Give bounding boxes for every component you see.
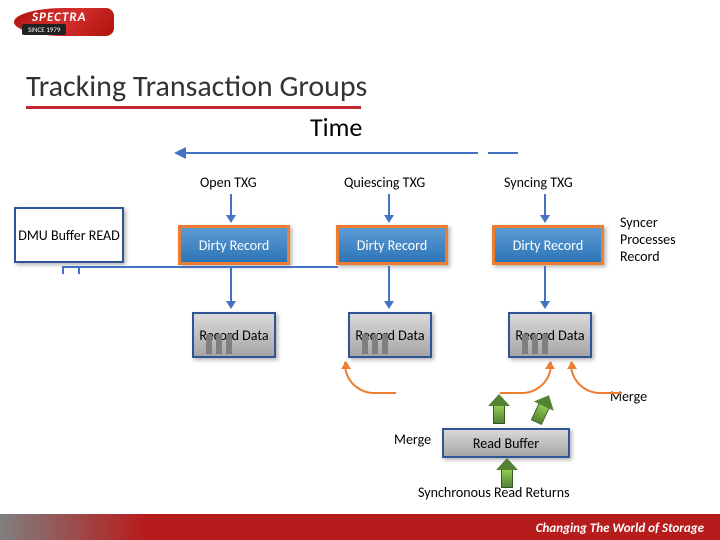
block-arrow-2 bbox=[529, 392, 557, 425]
time-arrow bbox=[178, 152, 478, 154]
curve-quiescing bbox=[344, 362, 396, 394]
curve-syncing-left bbox=[500, 362, 552, 394]
merge-left: Merge bbox=[394, 431, 431, 448]
logo-brand: SPECTRA bbox=[32, 10, 87, 25]
arrow-quiescing-data bbox=[388, 266, 390, 306]
dirty-record-quiescing: Dirty Record bbox=[336, 225, 448, 265]
time-arrow-short bbox=[488, 152, 518, 154]
record-data-open: Record Data bbox=[192, 312, 276, 358]
sync-read-label: Synchronous Read Returns bbox=[418, 484, 570, 501]
arrow-dmu-quiescing bbox=[78, 266, 338, 268]
logo-since: SINCE 1979 bbox=[22, 24, 66, 35]
bars-syncing bbox=[522, 334, 548, 354]
curve-syncing-right bbox=[570, 362, 622, 394]
record-data-syncing: Record Data bbox=[508, 312, 592, 358]
tagline: Changing The World of Storage bbox=[536, 521, 704, 536]
dirty-record-syncing: Dirty Record bbox=[492, 225, 604, 265]
block-arrow-3 bbox=[498, 458, 516, 486]
slide-title: Tracking Transaction Groups bbox=[26, 68, 367, 105]
arrow-quiescing-down bbox=[388, 194, 390, 220]
dirty-record-open: Dirty Record bbox=[178, 225, 290, 265]
read-buffer: Read Buffer bbox=[442, 428, 570, 458]
title-underline bbox=[26, 106, 361, 109]
col-open: Open TXG bbox=[200, 174, 257, 191]
block-arrow-1 bbox=[490, 394, 508, 422]
arrow-syncing-data bbox=[544, 266, 546, 306]
spectra-logo: SPECTRA SINCE 1979 bbox=[14, 8, 114, 36]
bars-open bbox=[206, 334, 232, 354]
record-data-quiescing: Record Data bbox=[348, 312, 432, 358]
col-syncing: Syncing TXG bbox=[504, 174, 573, 191]
syncer-label: Syncer Processes Record bbox=[620, 214, 700, 265]
dmu-buffer-read: DMU Buffer READ bbox=[14, 207, 124, 263]
footer-bar: Changing The World of Storage bbox=[0, 514, 720, 540]
time-label: Time bbox=[310, 111, 362, 143]
arrow-open-data bbox=[230, 266, 232, 306]
col-quiescing: Quiescing TXG bbox=[344, 174, 425, 191]
arrow-syncing-down bbox=[544, 194, 546, 220]
bars-quiescing bbox=[362, 334, 388, 354]
arrow-open-down bbox=[230, 194, 232, 220]
